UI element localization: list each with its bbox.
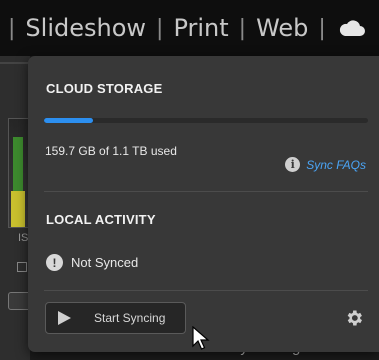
- local-activity-title: LOCAL ACTIVITY: [46, 212, 156, 227]
- warning-icon: !: [46, 254, 63, 271]
- module-slideshow[interactable]: Slideshow: [25, 14, 146, 42]
- histogram-thumbnail: [8, 118, 30, 228]
- module-separator: |: [238, 15, 247, 41]
- mouse-cursor-icon: [192, 326, 210, 350]
- cloud-sync-popup: CLOUD STORAGE 159.7 GB of 1.1 TB used i …: [28, 56, 379, 352]
- section-divider: [44, 191, 368, 192]
- start-syncing-button[interactable]: Start Syncing: [45, 302, 186, 334]
- cloud-icon[interactable]: [338, 18, 366, 38]
- section-divider: [44, 290, 368, 291]
- storage-progress-bar: [44, 118, 368, 123]
- gear-icon[interactable]: [344, 308, 364, 328]
- module-row: | Slideshow | Print | Web |: [8, 10, 366, 46]
- module-print[interactable]: Print: [173, 14, 228, 42]
- background-checkbox[interactable]: [17, 262, 27, 272]
- module-picker-bar: | Slideshow | Print | Web |: [0, 0, 379, 56]
- play-icon: [58, 311, 71, 325]
- storage-progress-fill: [44, 118, 93, 123]
- module-separator: |: [156, 15, 164, 41]
- start-syncing-label: Start Syncing: [94, 311, 166, 325]
- background-label: IS: [18, 232, 29, 244]
- sync-status: ! Not Synced: [46, 254, 138, 271]
- panel-divider: [0, 62, 30, 64]
- info-icon: i: [285, 157, 301, 172]
- sync-status-text: Not Synced: [71, 255, 139, 270]
- module-separator: |: [318, 15, 326, 41]
- module-separator: |: [8, 15, 16, 41]
- sync-faqs-label: Sync FAQs: [306, 157, 366, 172]
- histogram-yellow-channel: [11, 191, 25, 227]
- storage-usage-text: 159.7 GB of 1.1 TB used: [45, 144, 177, 158]
- sync-faqs-link[interactable]: i Sync FAQs: [285, 157, 366, 172]
- module-web[interactable]: Web: [256, 14, 308, 42]
- cloud-storage-title: CLOUD STORAGE: [46, 81, 163, 96]
